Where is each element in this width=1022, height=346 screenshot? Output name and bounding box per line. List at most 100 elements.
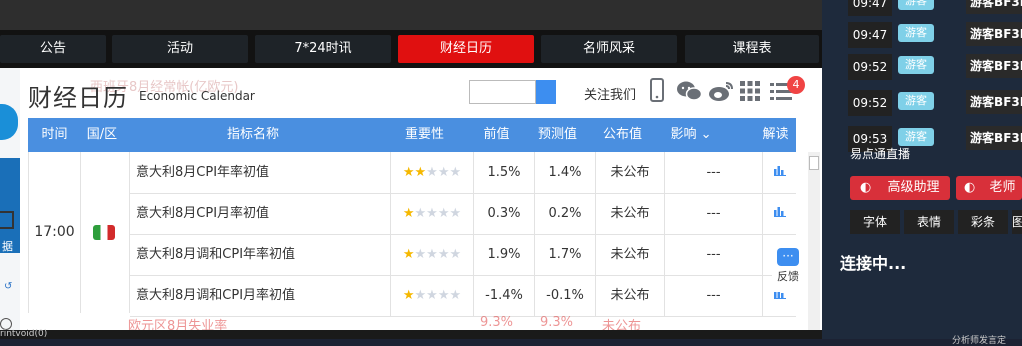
star-empty-icon: ★	[449, 165, 462, 180]
importance-stars: ★★★★★	[390, 234, 473, 275]
qq-icon: ◐	[860, 180, 872, 195]
nav-news-flash[interactable]: 7*24时讯	[255, 35, 391, 63]
star-filled-icon: ★	[402, 247, 415, 262]
partial-row-actual: 未公布	[602, 319, 642, 330]
table-row[interactable]: 意大利8月CPI月率初值 ★★★★★ 0.3% 0.2% 未公布 ---	[130, 193, 796, 235]
image-button[interactable]: 图	[1012, 210, 1022, 234]
assistant-label: 高级助理	[887, 180, 940, 195]
star-filled-icon: ★	[402, 206, 415, 221]
table-row[interactable]: 意大利8月调和CPI月率初值 ★★★★★ -1.4% -0.1% 未公布 ---	[130, 275, 796, 317]
star-empty-icon: ★	[414, 206, 427, 221]
forecast-value: 0.2%	[534, 193, 595, 234]
star-empty-icon: ★	[437, 165, 450, 180]
message-username[interactable]: 游客BF3E	[966, 0, 1022, 14]
search-button[interactable]	[536, 80, 556, 104]
chat-message: 09:52 游客 游客BF3E	[840, 54, 1022, 82]
star-rating: ★★★★★	[403, 247, 461, 262]
teacher-button[interactable]: ◐ 老师	[956, 176, 1022, 200]
star-filled-icon: ★	[414, 165, 427, 180]
feedback-button[interactable]: ··· 反馈	[772, 248, 804, 292]
col-actual: 公布值	[602, 127, 642, 142]
table-row[interactable]: 意大利8月CPI年率初值 ★★★★★ 1.5% 1.4% 未公布 ---	[130, 152, 796, 194]
message-username[interactable]: 游客BF3E	[966, 90, 1022, 114]
qq-icon: ◐	[964, 180, 976, 195]
status-bar: rintvoid(0)	[0, 330, 822, 339]
star-empty-icon: ★	[426, 165, 438, 180]
grid-icon[interactable]	[740, 81, 760, 105]
importance-stars: ★★★★★	[390, 275, 473, 316]
message-time: 09:52	[848, 54, 892, 80]
bar-chart-icon[interactable]	[773, 206, 786, 220]
table-row[interactable]: 意大利8月调和CPI年率初值 ★★★★★ 1.9% 1.7% 未公布 ---	[130, 234, 796, 276]
teacher-label: 老师	[989, 180, 1016, 195]
nav-announcements[interactable]: 公告	[0, 35, 106, 63]
nav-events[interactable]: 活动	[112, 35, 248, 63]
col-country: 国/区	[86, 127, 118, 142]
mobile-icon[interactable]	[650, 78, 664, 106]
chat-message: 09:52 游客 游客BF3E	[840, 90, 1022, 118]
event-time: 17:00	[28, 152, 81, 313]
scrollbar-thumb[interactable]	[809, 156, 819, 170]
chat-panel: 09:47游客游客BF3E09:47游客游客BF3E09:52游客游客BF3E0…	[822, 0, 1022, 346]
nav-teachers[interactable]: 名师风采	[541, 35, 677, 63]
italy-flag-icon	[93, 225, 115, 240]
country-cell	[81, 152, 130, 313]
col-interpret: 解读	[762, 127, 789, 142]
message-time: 09:47	[848, 22, 892, 48]
notification-badge: 4	[787, 76, 805, 94]
weibo-icon[interactable]	[708, 80, 734, 106]
message-username[interactable]: 游客BF3E	[966, 54, 1022, 78]
interpret-cell[interactable]	[762, 193, 796, 234]
importance-stars: ★★★★★	[390, 152, 473, 193]
impact-value: ---	[664, 152, 762, 193]
live-title: 易点通直播	[850, 147, 911, 161]
star-empty-icon: ★	[449, 288, 462, 303]
star-empty-icon: ★	[426, 288, 438, 303]
col-time: 时间	[41, 127, 68, 142]
nav-financial-calendar[interactable]: 财经日历	[398, 35, 534, 63]
bar-chart-icon[interactable]	[773, 165, 786, 179]
table-header: 时间 国/区 指标名称 重要性 前值 预测值 公布值 影响 ⌄ 解读	[28, 118, 796, 152]
side-square-icon[interactable]	[0, 211, 14, 229]
side-block-label: 据	[2, 240, 13, 253]
nav-schedule[interactable]: 课程表	[685, 35, 819, 63]
star-rating: ★★★★★	[403, 206, 461, 221]
side-blue-block[interactable]: 据	[0, 158, 20, 253]
follow-us-label: 关注我们	[584, 88, 637, 103]
partial-row-previous: 9.3%	[480, 315, 514, 330]
wechat-icon[interactable]	[676, 80, 703, 106]
col-importance: 重要性	[404, 127, 444, 142]
star-empty-icon: ★	[449, 206, 462, 221]
star-empty-icon: ★	[437, 247, 450, 262]
colorbar-button[interactable]: 彩条	[958, 210, 1008, 234]
message-time: 09:47	[848, 0, 892, 16]
top-nav: 公告 活动 7*24时讯 财经日历 名师风采 课程表	[0, 30, 822, 68]
message-username[interactable]: 游客BF3E	[966, 126, 1022, 150]
chat-message: 09:47 游客 游客BF3E	[840, 22, 1022, 50]
guest-badge: 游客	[898, 92, 934, 110]
assistant-button[interactable]: ◐ 高级助理	[850, 176, 950, 200]
message-username[interactable]: 游客BF3E	[966, 22, 1022, 46]
interpret-cell[interactable]	[762, 152, 796, 193]
calendar-panel: 西班牙8月经常帐(亿欧元) 财经日历 Economic Calendar 关注我…	[20, 68, 822, 330]
indicator-name: 意大利8月调和CPI年率初值	[136, 247, 296, 262]
impact-value: ---	[664, 275, 762, 316]
col-indicator: 指标名称	[226, 127, 279, 142]
search-input[interactable]	[469, 80, 536, 104]
message-time: 09:52	[848, 90, 892, 116]
browser-top-bar	[0, 0, 822, 30]
chat-bubble-icon: ···	[777, 248, 799, 266]
side-link-icon[interactable]: ↺	[4, 281, 12, 292]
guest-badge: 游客	[898, 128, 934, 146]
font-button[interactable]: 字体	[850, 210, 900, 234]
star-rating: ★★★★★	[403, 288, 461, 303]
impact-value: ---	[664, 193, 762, 234]
emoji-button[interactable]: 表情	[904, 210, 954, 234]
table-body: 17:00 意大利8月CPI年率初值 ★★★★★ 1.5% 1.4% 未公布 --- 意大利…	[28, 152, 796, 330]
chat-message: 09:47 游客 游客BF3E	[840, 0, 1022, 18]
col-impact[interactable]: 影响 ⌄	[657, 118, 725, 152]
chevron-down-icon: ⌄	[700, 127, 712, 142]
scrollbar[interactable]	[808, 152, 820, 330]
star-empty-icon: ★	[449, 247, 462, 262]
importance-stars: ★★★★★	[390, 193, 473, 234]
